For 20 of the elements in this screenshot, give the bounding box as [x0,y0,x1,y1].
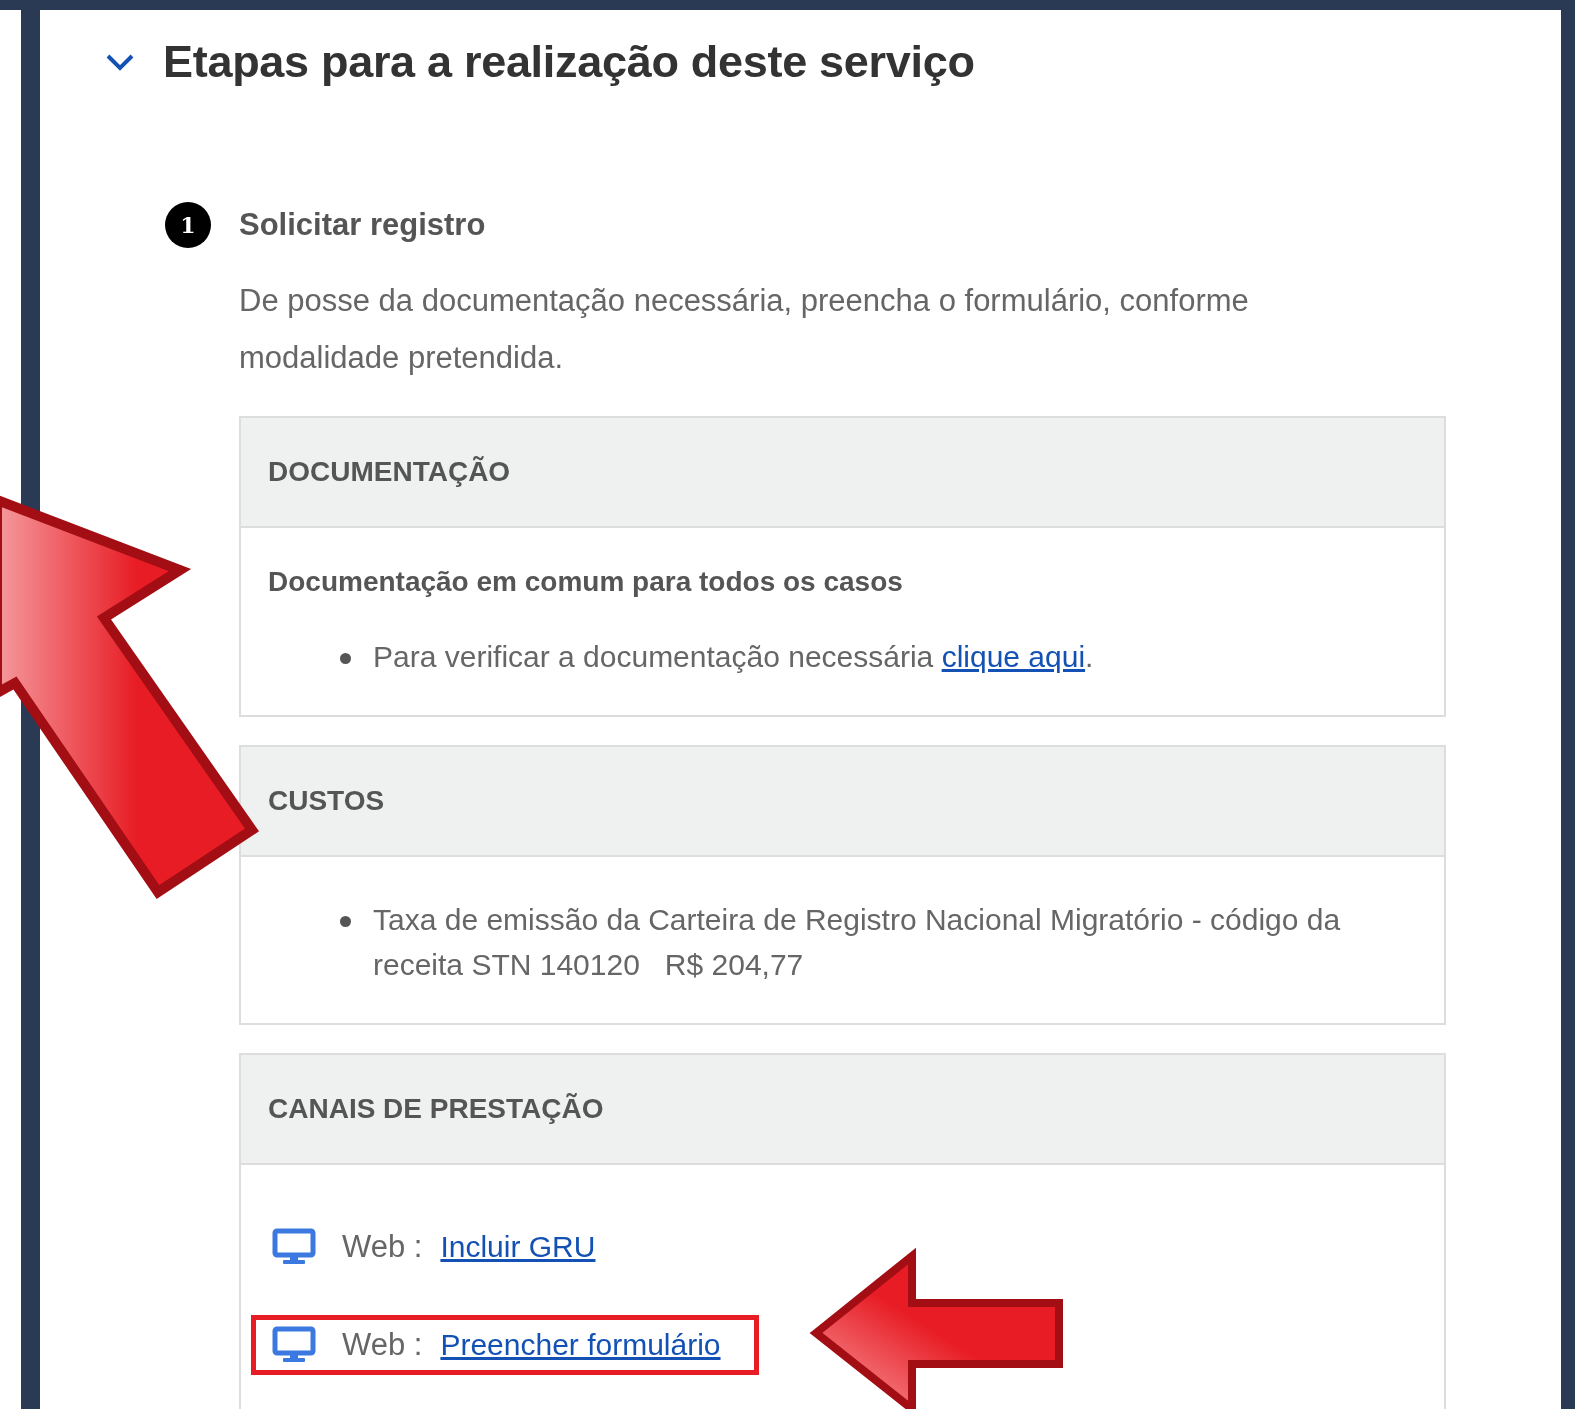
panel-subheading: Documentação em comum para todos os casos [268,566,904,598]
monitor-icon [272,1326,316,1364]
channel-label: Web : [342,1327,423,1363]
step-description: De posse da documentação necessária, preencha o formulário, conforme modalidade pretendida. [239,282,1250,377]
channel-label: Web : [342,1229,423,1265]
list-item-text: Para verificar a documentação necessária clique aqui. [373,639,1095,675]
step-title: Solicitar registro [239,207,486,243]
link[interactable]: Incluir GRU [440,1230,596,1264]
panel-heading: CANAIS DE PRESTAÇÃO [268,1093,604,1125]
panel-heading: DOCUMENTAÇÃO [268,456,511,488]
link[interactable]: Preencher formulário [440,1328,721,1362]
panel-heading: CUSTOS [268,785,385,817]
bullet-icon [340,653,351,664]
monitor-icon [272,1228,316,1266]
bullet-icon [340,916,351,927]
section-title: Etapas para a realização deste serviço [163,36,975,88]
chevron-icon[interactable] [105,52,135,72]
step-number: 1 [165,202,211,248]
link[interactable]: clique aqui [941,640,1086,673]
list-item-text: Taxa de emissão da Carteira de Registro Nacional Migratório - código da receita STN 140120 R$ 204,77 [373,902,1342,983]
